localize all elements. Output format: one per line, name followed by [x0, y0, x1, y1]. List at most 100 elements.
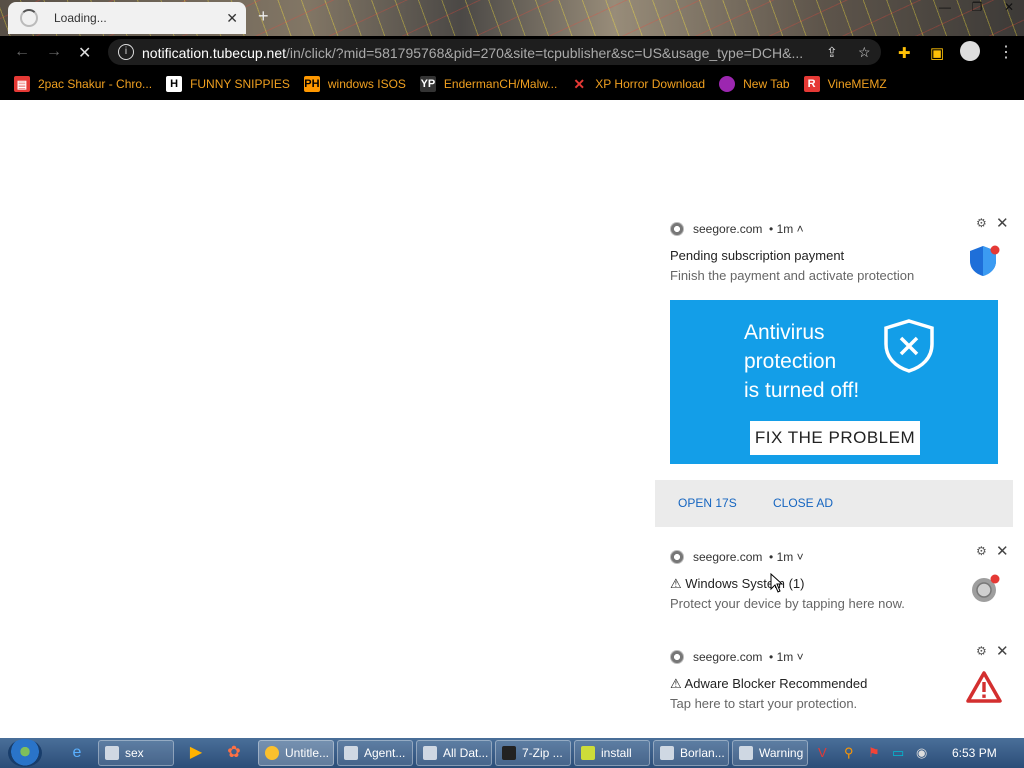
bookmark-item[interactable]: New Tab: [719, 76, 790, 92]
taskbar-button[interactable]: Warning: [732, 740, 808, 766]
taskbar-button[interactable]: Borlan...: [653, 740, 729, 766]
maximize-icon[interactable]: ❐: [970, 0, 984, 14]
notification-title: ⚠ Windows System (1): [670, 576, 805, 591]
settings-gear-icon[interactable]: ⚙: [976, 216, 987, 230]
taskbar-label: Borlan...: [680, 746, 725, 760]
taskbar-button[interactable]: 7-Zip ...: [495, 740, 571, 766]
bookmark-item[interactable]: PH windows ISOS: [303, 76, 406, 92]
site-info-icon[interactable]: i: [118, 44, 134, 60]
collapse-chevron-icon[interactable]: ˄: [797, 222, 804, 236]
taskbar-button[interactable]: All Dat...: [416, 740, 492, 766]
r-icon: R: [803, 76, 820, 92]
notification-subtitle: Protect your device by tapping here now.: [670, 596, 905, 611]
tab-title: Loading...: [54, 11, 107, 25]
tray-search-icon[interactable]: ⚲: [844, 745, 854, 761]
close-icon[interactable]: ✕: [996, 542, 1009, 560]
notification-subtitle: Finish the payment and activate protecti…: [670, 268, 915, 283]
chrome-icon: [670, 650, 684, 664]
taskbar-label: Agent...: [364, 746, 406, 760]
open-button[interactable]: OPEN 17S: [678, 496, 737, 510]
bookmark-item[interactable]: R VineMEMZ: [803, 76, 887, 92]
side-panel-icon[interactable]: ▣: [930, 44, 944, 62]
close-icon[interactable]: ✕: [996, 642, 1009, 660]
settings-gear-icon[interactable]: ⚙: [976, 544, 987, 558]
antivirus-ad-banner[interactable]: Antivirus protection is turned off! FIX …: [670, 300, 998, 464]
settings-gear-icon[interactable]: ⚙: [976, 644, 987, 658]
defender-shield-icon: [970, 245, 1000, 276]
media-player-icon[interactable]: ▶: [185, 742, 207, 764]
taskbar-label: 7-Zip ...: [522, 746, 563, 760]
notification-title: ⚠ Adware Blocker Recommended: [670, 676, 868, 691]
address-bar[interactable]: i notification.tubecup.net/in/click/?mid…: [108, 39, 881, 65]
chrome-icon: [670, 222, 684, 236]
notification-card[interactable]: seegore.com • 1m ˅ ⚙ ✕ ⚠ Adware Blocker …: [655, 638, 1013, 730]
expand-chevron-icon[interactable]: ˅: [797, 550, 804, 564]
taskbar-button[interactable]: install: [574, 740, 650, 766]
browser-tab[interactable]: Loading... ✕: [8, 2, 246, 34]
tab-close-icon[interactable]: ✕: [226, 10, 238, 27]
taskbar-button[interactable]: Untitle...: [258, 740, 334, 766]
bookmark-label: VineMEMZ: [827, 77, 887, 91]
tray-v-icon[interactable]: V: [818, 745, 827, 760]
title-bar: Loading... ✕ + — ❐ ✕: [0, 0, 1024, 36]
bag-icon: ▤: [14, 76, 30, 92]
window-icon: [344, 746, 358, 760]
close-icon[interactable]: ✕: [996, 214, 1009, 232]
ph-icon: PH: [303, 76, 320, 92]
installer-icon: [581, 746, 595, 760]
notification-time: • 1m: [769, 550, 794, 564]
app-icon[interactable]: ✿: [223, 742, 245, 764]
shield-x-icon: [884, 319, 934, 373]
bookmark-item[interactable]: YP EndermanCH/Malw...: [419, 76, 557, 92]
bookmark-item[interactable]: ✕ XP Horror Download: [571, 76, 705, 92]
bookmark-label: XP Horror Download: [595, 77, 706, 91]
taskbar-clock[interactable]: 6:53 PM: [952, 746, 997, 760]
taskbar-button[interactable]: Agent...: [337, 740, 413, 766]
h-icon: H: [166, 76, 183, 92]
expand-chevron-icon[interactable]: ˅: [797, 650, 804, 664]
close-window-icon[interactable]: ✕: [1002, 0, 1016, 14]
settings-gear-app-icon: [972, 574, 1000, 602]
forward-icon[interactable]: →: [46, 43, 62, 61]
tray-monitor-icon[interactable]: ▭: [892, 745, 904, 761]
bookmark-label: New Tab: [743, 77, 790, 91]
stop-icon[interactable]: ✕: [78, 43, 91, 63]
notification-card[interactable]: seegore.com • 1m ˅ ⚙ ✕ ⚠ Windows System …: [655, 538, 1013, 626]
bookmark-label: FUNNY SNIPPIES: [190, 77, 290, 91]
bookmark-star-icon[interactable]: ☆: [858, 44, 871, 61]
bookmark-item[interactable]: ▤ 2pac Shakur - Chro...: [14, 76, 152, 92]
share-icon[interactable]: ⇪: [826, 44, 838, 61]
notification-time: • 1m: [769, 222, 794, 236]
browser-toolbar: ← → ✕ i notification.tubecup.net/in/clic…: [0, 36, 1024, 68]
url-text[interactable]: notification.tubecup.net/in/click/?mid=5…: [142, 45, 802, 61]
internet-explorer-icon[interactable]: e: [66, 742, 88, 764]
7zip-icon: [502, 746, 516, 760]
profile-avatar-icon[interactable]: [960, 41, 980, 61]
banner-line: protection: [744, 350, 837, 373]
taskbar-button[interactable]: sex: [98, 740, 174, 766]
new-tab-icon[interactable]: +: [258, 6, 269, 27]
back-icon[interactable]: ←: [14, 43, 30, 61]
tray-volume-icon[interactable]: ◉: [916, 745, 927, 761]
notification-subtitle: Tap here to start your protection.: [670, 696, 858, 711]
x-icon: ✕: [573, 75, 586, 92]
start-button-icon[interactable]: [8, 739, 42, 767]
taskbar-label: sex: [125, 746, 144, 760]
fix-problem-button[interactable]: FIX THE PROBLEM: [750, 421, 920, 455]
extensions-icon[interactable]: ✚: [898, 44, 911, 62]
notification-header: seegore.com • 1m ˅: [670, 650, 804, 664]
bookmark-item[interactable]: H FUNNY SNIPPIES: [166, 76, 290, 92]
banner-line: is turned off!: [744, 379, 860, 402]
warning-triangle-icon: [966, 671, 1002, 703]
taskbar-label: All Dat...: [443, 746, 489, 760]
mouse-cursor-icon: [770, 573, 784, 593]
bookmarks-bar: ▤ 2pac Shakur - Chro... H FUNNY SNIPPIES P…: [0, 68, 1024, 100]
minimize-icon[interactable]: —: [938, 0, 952, 14]
taskbar-label: Warning: [759, 746, 804, 760]
notification-source: seegore.com: [693, 222, 763, 236]
loading-spinner-icon: [20, 9, 38, 27]
menu-kebab-icon[interactable]: ⋮: [998, 42, 1014, 62]
banner-line: Antivirus: [744, 321, 825, 344]
close-ad-button[interactable]: CLOSE AD: [773, 496, 833, 510]
tray-flag-icon[interactable]: ⚑: [868, 745, 880, 761]
